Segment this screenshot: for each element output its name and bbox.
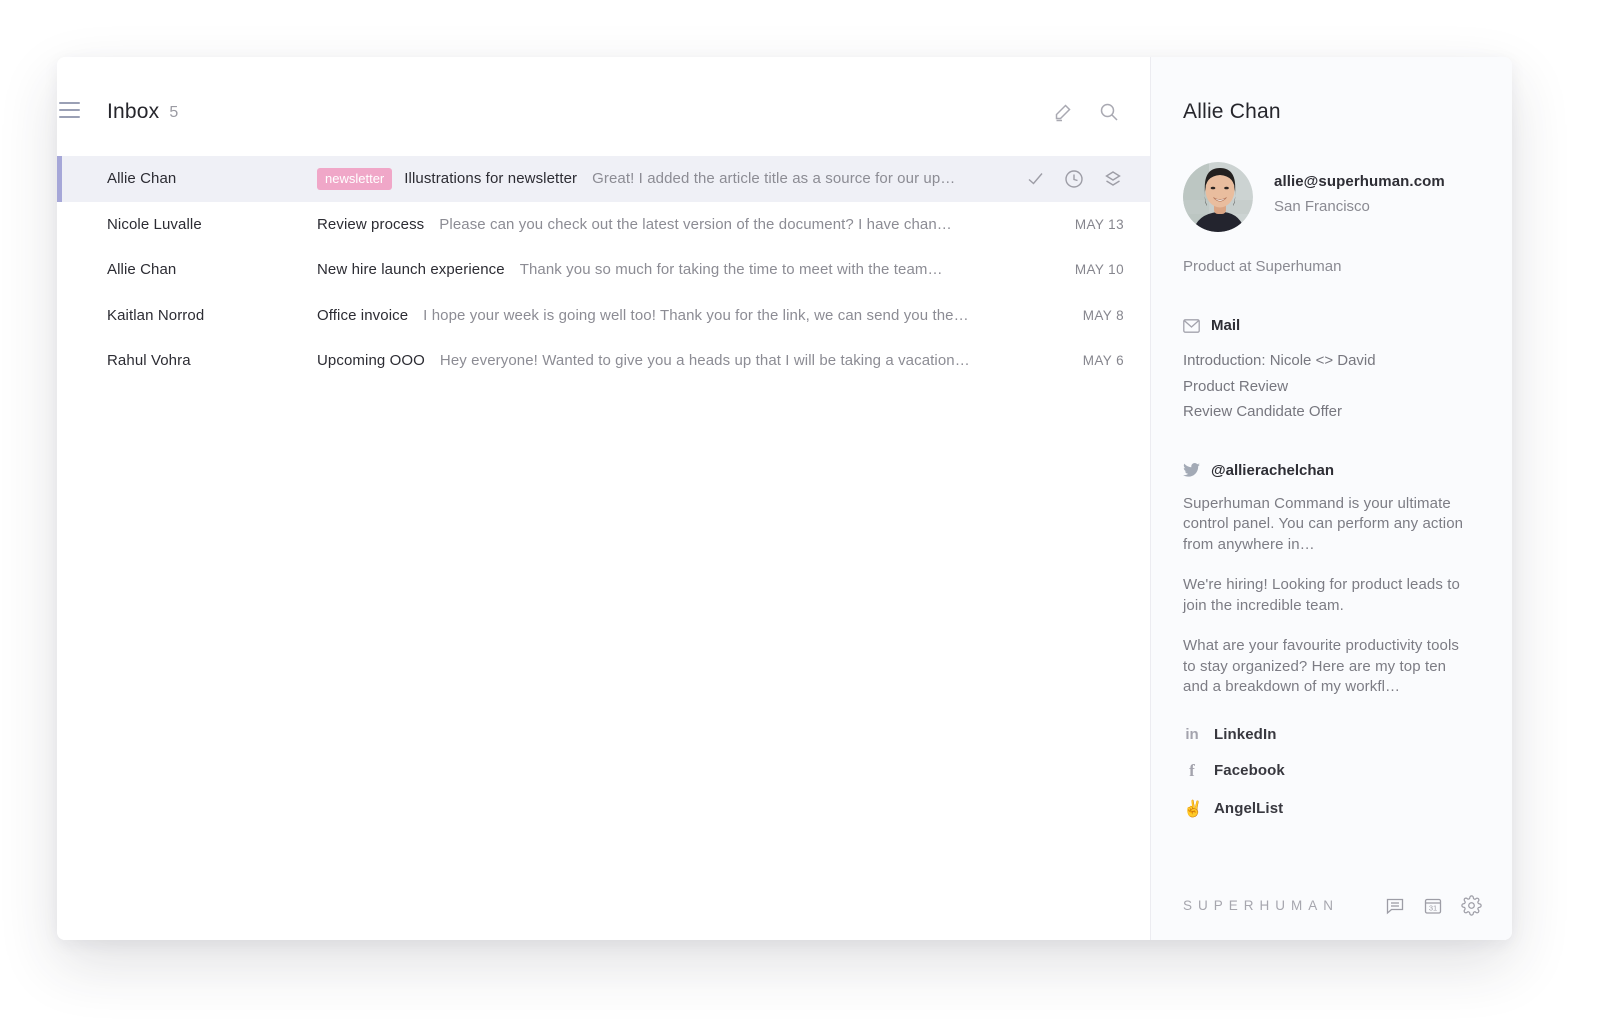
mail-thread-link[interactable]: Product Review (1183, 374, 1472, 400)
tweets: Superhuman Command is your ultimate cont… (1183, 494, 1472, 698)
twitter-handle[interactable]: @allierachelchan (1211, 462, 1334, 479)
envelope-icon (1183, 319, 1200, 333)
tweet: Superhuman Command is your ultimate cont… (1183, 494, 1472, 556)
remind-later-icon[interactable] (1063, 168, 1085, 190)
search-icon[interactable] (1098, 101, 1120, 123)
mail-section-header: Mail (1183, 317, 1472, 334)
mail-section: Mail Introduction: Nicole <> David Produ… (1183, 317, 1472, 425)
twitter-section: @allierachelchan Superhuman Command is y… (1183, 462, 1472, 698)
list-header: Inbox 5 (57, 57, 1150, 156)
avatar (1183, 162, 1253, 232)
social-links: in LinkedIn f Facebook ✌ AngelList (1183, 726, 1472, 819)
move-to-icon[interactable] (1102, 168, 1124, 190)
angellist-link[interactable]: ✌ AngelList (1183, 799, 1472, 819)
label-badge[interactable]: newsletter (317, 168, 392, 190)
contact-role: Product at Superhuman (1183, 258, 1472, 275)
menu-icon[interactable] (59, 102, 80, 118)
contact-name: Allie Chan (1183, 100, 1472, 124)
email-sender: Allie Chan (107, 170, 317, 187)
settings-gear-icon[interactable] (1461, 895, 1482, 916)
tweet: What are your favourite productivity too… (1183, 636, 1472, 698)
email-sender: Kaitlan Norrod (107, 307, 317, 324)
inbox-count: 5 (169, 102, 178, 122)
facebook-link[interactable]: f Facebook (1183, 761, 1472, 781)
mail-items: Introduction: Nicole <> David Product Re… (1183, 348, 1472, 425)
email-list-panel: Inbox 5 Allie Chan (57, 57, 1150, 940)
twitter-section-header: @allierachelchan (1183, 462, 1472, 479)
linkedin-link[interactable]: in LinkedIn (1183, 726, 1472, 743)
mail-thread-link[interactable]: Introduction: Nicole <> David (1183, 348, 1472, 374)
email-subject: Review process (317, 216, 424, 233)
tweet: We're hiring! Looking for product leads … (1183, 575, 1472, 616)
email-summary: Review process Please can you check out … (317, 216, 1057, 233)
twitter-icon (1183, 463, 1200, 477)
email-sender: Allie Chan (107, 261, 317, 278)
calendar-icon[interactable]: 31 (1423, 896, 1443, 916)
email-snippet: Great! I added the article title as a so… (592, 170, 955, 187)
facebook-icon: f (1183, 761, 1201, 781)
email-row[interactable]: Rahul Vohra Upcoming OOO Hey everyone! W… (57, 338, 1150, 384)
contact-details: allie@superhuman.com San Francisco (1274, 162, 1445, 232)
app-window: Inbox 5 Allie Chan (57, 57, 1512, 940)
mail-section-label: Mail (1211, 317, 1240, 334)
email-summary: Upcoming OOO Hey everyone! Wanted to giv… (317, 352, 1065, 369)
email-summary: Office invoice I hope your week is going… (317, 307, 1065, 324)
email-snippet: Thank you so much for taking the time to… (520, 261, 943, 278)
email-row[interactable]: Kaitlan Norrod Office invoice I hope you… (57, 293, 1150, 339)
contact-profile-panel: Allie Chan (1150, 57, 1512, 940)
superhuman-logo: SUPERHUMAN (1183, 898, 1339, 913)
calendar-day-text: 31 (1429, 903, 1437, 912)
angellist-icon: ✌ (1183, 799, 1201, 819)
panel-footer: SUPERHUMAN 31 (1183, 895, 1482, 916)
email-subject: New hire launch experience (317, 261, 505, 278)
email-subject: Illustrations for newsletter (404, 170, 577, 187)
footer-icons: 31 (1385, 895, 1482, 916)
email-row[interactable]: Allie Chan newsletter Illustrations for … (57, 156, 1150, 202)
header-actions (1052, 101, 1120, 123)
email-date: MAY 13 (1075, 217, 1124, 232)
email-sender: Rahul Vohra (107, 352, 317, 369)
email-row[interactable]: Allie Chan New hire launch experience Th… (57, 247, 1150, 293)
email-snippet: Please can you check out the latest vers… (439, 216, 952, 233)
email-row[interactable]: Nicole Luvalle Review process Please can… (57, 202, 1150, 248)
email-date: MAY 8 (1083, 308, 1124, 323)
email-subject: Office invoice (317, 307, 408, 324)
email-sender: Nicole Luvalle (107, 216, 317, 233)
row-actions (1025, 168, 1124, 190)
email-summary: New hire launch experience Thank you so … (317, 261, 1057, 278)
email-snippet: I hope your week is going well too! Than… (423, 307, 969, 324)
linkedin-icon: in (1183, 726, 1201, 743)
email-date: MAY 10 (1075, 262, 1124, 277)
contact-location: San Francisco (1274, 198, 1445, 215)
email-summary: newsletter Illustrations for newsletter … (317, 168, 1009, 190)
inbox-title: Inbox (107, 100, 159, 124)
email-subject: Upcoming OOO (317, 352, 425, 369)
email-snippet: Hey everyone! Wanted to give you a heads… (440, 352, 970, 369)
compose-icon[interactable] (1052, 101, 1074, 123)
email-date: MAY 6 (1083, 353, 1124, 368)
contact-email: allie@superhuman.com (1274, 173, 1445, 190)
mail-thread-link[interactable]: Review Candidate Offer (1183, 399, 1472, 425)
mark-done-icon[interactable] (1025, 168, 1046, 189)
contact-card: allie@superhuman.com San Francisco (1183, 162, 1472, 232)
feedback-chat-icon[interactable] (1385, 896, 1405, 916)
